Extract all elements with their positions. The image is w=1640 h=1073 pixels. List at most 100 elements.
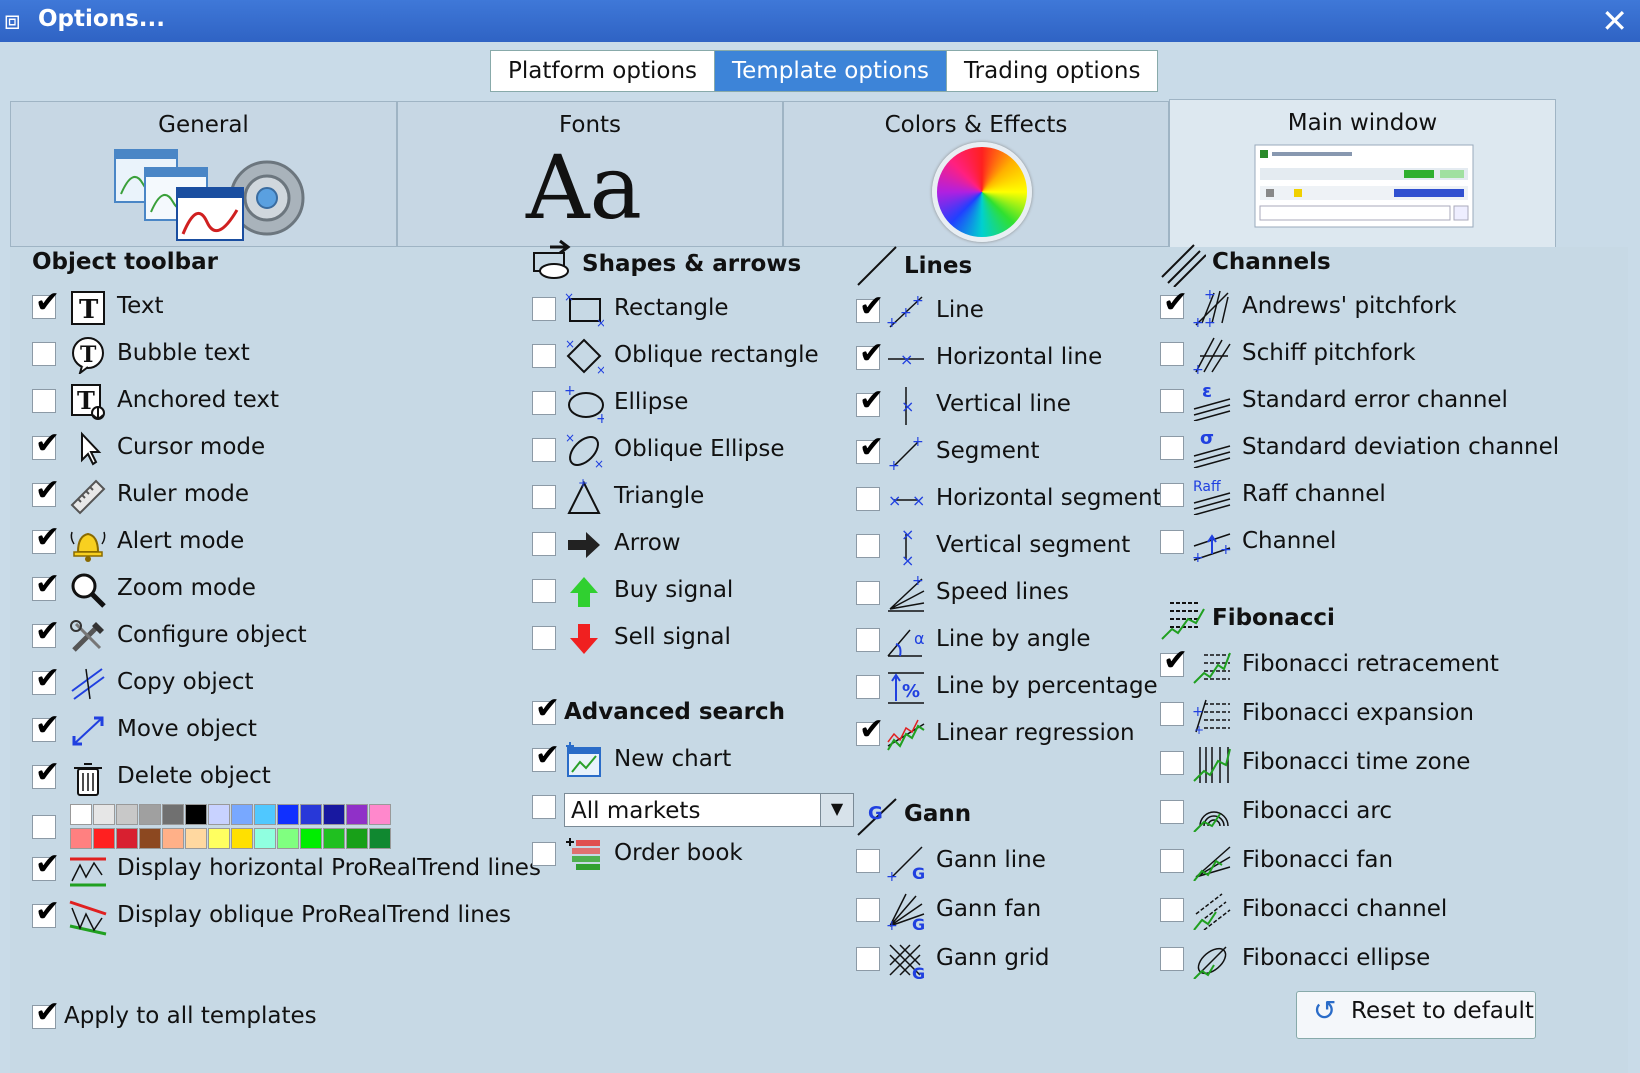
oblique-ellipse-checkbox[interactable]: ✔ [532,438,556,462]
subtab-fonts[interactable]: Fonts Aa [397,101,783,247]
option-row-configure-object[interactable]: ✔ Configure object [32,614,502,658]
chevron-down-icon[interactable]: ▼ [820,794,853,826]
color-swatch[interactable] [369,828,391,849]
color-swatch[interactable] [300,804,322,825]
option-row-zoom-mode[interactable]: ✔ Zoom mode [32,567,502,611]
option-row-bubble-text[interactable]: ✔ T Bubble text [32,332,502,376]
vertical-line-checkbox[interactable]: ✔ [856,386,884,417]
fibonacci-channel-checkbox[interactable]: ✔ [1160,898,1184,922]
option-row-fibonacci-ellipse[interactable]: ✔ Fibonacci ellipse [1160,937,1630,981]
option-row-cursor-mode[interactable]: ✔ Cursor mode [32,426,502,470]
color-swatch[interactable] [70,804,92,825]
close-icon[interactable]: ✕ [1601,2,1628,40]
option-row-standard-deviation-channel[interactable]: ✔ σ Standard deviation channel [1160,426,1630,470]
speed-lines-checkbox[interactable]: ✔ [856,581,880,605]
fibonacci-expansion-checkbox[interactable]: ✔ [1160,702,1184,726]
color-swatch[interactable] [116,804,138,825]
option-row-alert-mode[interactable]: ✔ Alert mode [32,520,502,564]
option-row-copy-object[interactable]: ✔ Copy object [32,661,502,705]
color-swatch[interactable] [185,804,207,825]
option-row-fibonacci-expansion[interactable]: ✔++Fibonacci expansion [1160,692,1630,736]
color-swatch[interactable] [139,804,161,825]
fibonacci-arc-checkbox[interactable]: ✔ [1160,800,1184,824]
option-row-fibonacci-channel[interactable]: ✔ Fibonacci channel [1160,888,1630,932]
palette-checkbox[interactable]: ✔ [32,815,56,839]
raff-channel-checkbox[interactable]: ✔ [1160,483,1184,507]
option-row-fibonacci-fan[interactable]: ✔ Fibonacci fan [1160,839,1630,883]
fibonacci-time-zone-checkbox[interactable]: ✔ [1160,751,1184,775]
color-swatch[interactable] [162,828,184,849]
horizontal-segment-checkbox[interactable]: ✔ [856,487,880,511]
standard-deviation-channel-checkbox[interactable]: ✔ [1160,436,1184,460]
color-swatch[interactable] [277,828,299,849]
line-checkbox[interactable]: ✔ [856,292,884,323]
subtab-colors-effects[interactable]: Colors & Effects [783,101,1169,247]
ruler-mode-checkbox[interactable]: ✔ [32,476,60,507]
order-book-row[interactable]: ✔ Order book [532,832,832,876]
option-row-fibonacci-retracement[interactable]: ✔ Fibonacci retracement [1160,643,1630,687]
color-swatch[interactable] [254,804,276,825]
market-select[interactable]: All markets ▼ [564,793,854,827]
new-chart-checkbox[interactable]: ✔ [532,741,560,772]
option-row-text[interactable]: ✔ T Text [32,285,502,329]
color-swatch[interactable] [139,828,161,849]
gann-fan-checkbox[interactable]: ✔ [856,898,880,922]
market-select-checkbox[interactable]: ✔ [532,795,556,819]
vertical-segment-checkbox[interactable]: ✔ [856,534,880,558]
color-swatch[interactable] [116,828,138,849]
color-swatch[interactable] [277,804,299,825]
gann-grid-checkbox[interactable]: ✔ [856,947,880,971]
segment-checkbox[interactable]: ✔ [856,433,884,464]
oblique-rectangle-checkbox[interactable]: ✔ [532,344,556,368]
triangle-checkbox[interactable]: ✔ [532,485,556,509]
option-row-delete-object[interactable]: ✔ Delete object [32,755,502,799]
option-row-display-oblique-prorealtrend-lines[interactable]: ✔ Display oblique ProRealTrend lines [32,894,511,938]
text-checkbox[interactable]: ✔ [32,288,60,319]
subtab-general[interactable]: General [10,101,397,247]
option-row-raff-channel[interactable]: ✔ Raff Raff channel [1160,473,1630,517]
option-row-fibonacci-time-zone[interactable]: ✔ Fibonacci time zone [1160,741,1630,785]
move-object-checkbox[interactable]: ✔ [32,711,60,742]
color-swatch[interactable] [346,828,368,849]
delete-object-checkbox[interactable]: ✔ [32,758,60,789]
schiff-pitchfork-checkbox[interactable]: ✔ [1160,342,1184,366]
tab-platform-options[interactable]: Platform options [491,51,716,91]
color-swatch[interactable] [185,828,207,849]
color-swatch[interactable] [231,828,253,849]
color-swatch[interactable] [93,828,115,849]
fibonacci-fan-checkbox[interactable]: ✔ [1160,849,1184,873]
color-swatch[interactable] [231,804,253,825]
zoom-mode-checkbox[interactable]: ✔ [32,570,60,601]
display-horizontal-prorealtrend-lines-checkbox[interactable]: ✔ [32,850,60,881]
option-row-schiff-pitchfork[interactable]: ✔ + Schiff pitchfork [1160,332,1630,376]
line-by-angle-checkbox[interactable]: ✔ [856,628,880,652]
option-row-anchored-text[interactable]: ✔ T Anchored text [32,379,502,423]
gann-line-checkbox[interactable]: ✔ [856,849,880,873]
buy-signal-checkbox[interactable]: ✔ [532,579,556,603]
color-swatch[interactable] [208,804,230,825]
arrow-checkbox[interactable]: ✔ [532,532,556,556]
reset-to-default-button[interactable]: ↺ Reset to default [1296,991,1536,1039]
option-row-move-object[interactable]: ✔ Move object [32,708,502,752]
fibonacci-retracement-checkbox[interactable]: ✔ [1160,646,1188,677]
fibonacci-ellipse-checkbox[interactable]: ✔ [1160,947,1184,971]
configure-object-checkbox[interactable]: ✔ [32,617,60,648]
apply-all-row[interactable]: ✔ Apply to all templates [32,995,352,1039]
color-swatch[interactable] [323,804,345,825]
tab-trading-options[interactable]: Trading options [947,51,1158,91]
option-row-channel[interactable]: ✔++Channel [1160,520,1630,564]
color-swatch[interactable] [323,828,345,849]
option-row-andrews-pitchfork[interactable]: ✔ + + + Andrews' pitchfork [1160,285,1630,329]
cursor-mode-checkbox[interactable]: ✔ [32,429,60,460]
advanced-search-checkbox[interactable]: ✔ [532,694,560,725]
display-oblique-prorealtrend-lines-checkbox[interactable]: ✔ [32,897,60,928]
color-swatch[interactable] [208,828,230,849]
channel-checkbox[interactable]: ✔ [1160,530,1184,554]
sell-signal-checkbox[interactable]: ✔ [532,626,556,650]
horizontal-line-checkbox[interactable]: ✔ [856,339,884,370]
linear-regression-checkbox[interactable]: ✔ [856,715,884,746]
subtab-main-window[interactable]: Main window [1169,99,1556,249]
anchored-text-checkbox[interactable]: ✔ [32,389,56,413]
alert-mode-checkbox[interactable]: ✔ [32,523,60,554]
option-row-fibonacci-arc[interactable]: ✔ Fibonacci arc [1160,790,1630,834]
